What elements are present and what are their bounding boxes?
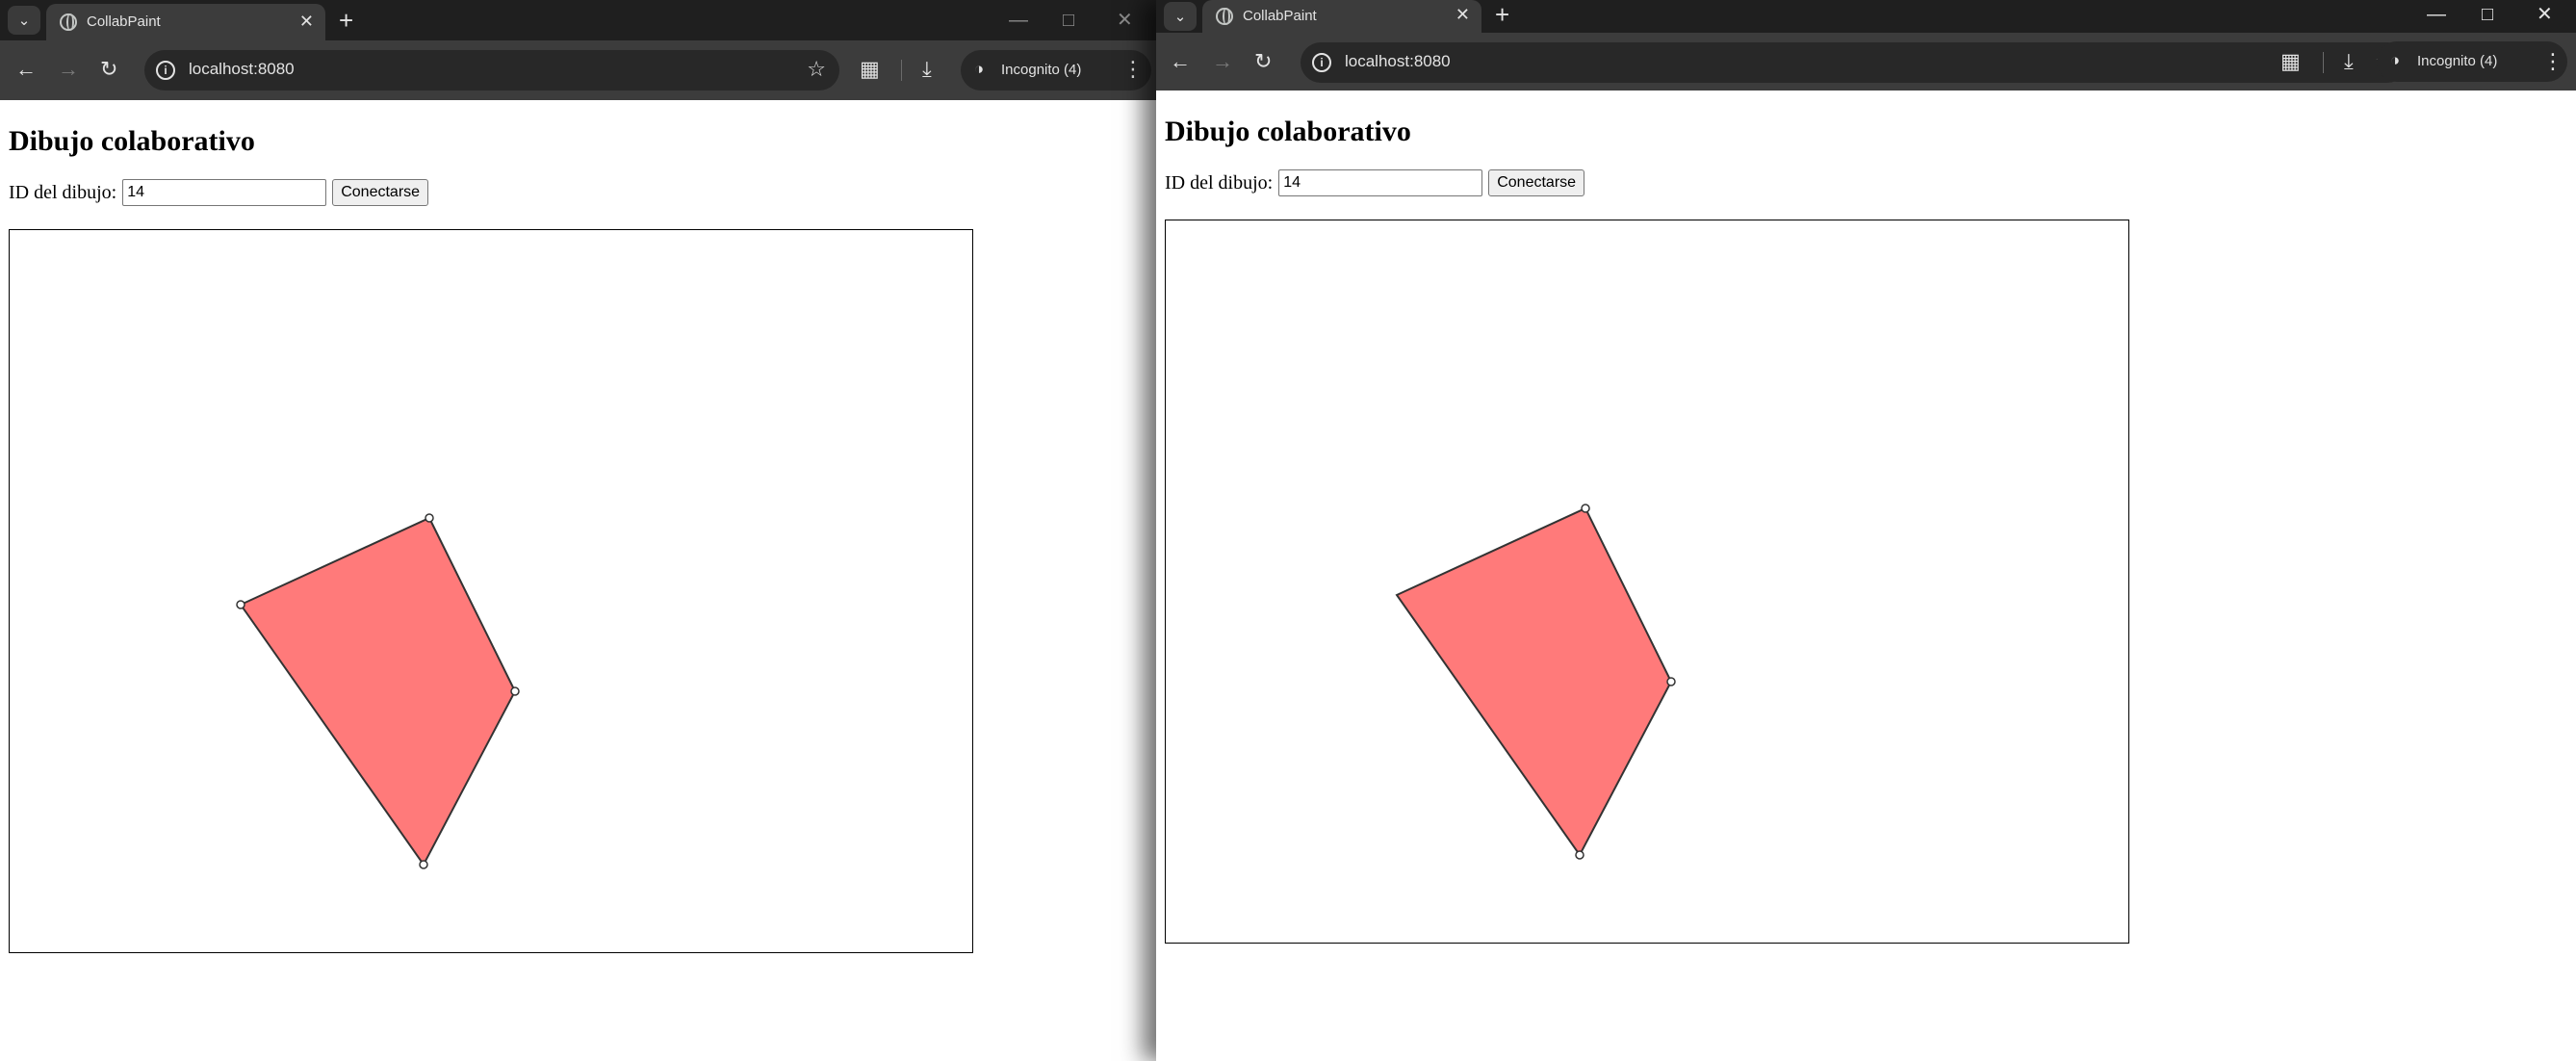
page-title: Dibujo colaborativo xyxy=(9,125,255,157)
connect-form: ID del dibujo: Conectarse xyxy=(1165,169,1585,196)
window-close-icon[interactable]: ✕ xyxy=(1117,6,1133,35)
polygon-vertex-handle[interactable] xyxy=(425,513,434,523)
download-icon[interactable]: ⤓ xyxy=(922,56,932,83)
chevron-down-icon[interactable]: ⌄ xyxy=(1164,2,1197,31)
puzzle-icon[interactable]: ▦ xyxy=(860,56,880,83)
reload-icon[interactable]: ↻ xyxy=(100,56,117,83)
plus-icon[interactable]: + xyxy=(339,6,353,35)
drawing-canvas[interactable] xyxy=(9,229,973,953)
incognito-badge[interactable]: ◑ Incognito (4) xyxy=(2377,41,2567,82)
close-icon[interactable]: ✕ xyxy=(299,12,314,32)
incognito-label: Incognito (4) xyxy=(2417,53,2498,69)
puzzle-icon[interactable]: ▦ xyxy=(2280,48,2301,75)
globe-icon xyxy=(60,13,77,31)
drawn-polygon[interactable] xyxy=(1395,506,1673,857)
reload-icon[interactable]: ↻ xyxy=(1254,48,1272,75)
polygon-vertex-handle[interactable] xyxy=(419,860,428,869)
polygon-vertex-handle[interactable] xyxy=(510,686,520,696)
browser-window-right: ⌄ CollabPaint ✕ + — □ ✕ ← → ↻ i localhos… xyxy=(1156,0,2576,1061)
polygon-vertex-handle[interactable] xyxy=(1575,850,1584,860)
browser-tab[interactable]: CollabPaint ✕ xyxy=(46,4,325,40)
minimize-icon[interactable]: — xyxy=(1009,6,1028,35)
polygon-vertex-handle[interactable] xyxy=(1581,504,1590,513)
drawing-id-label: ID del dibujo: xyxy=(9,181,117,203)
tab-title: CollabPaint xyxy=(1243,8,1317,24)
browser-toolbar: ← → ↻ i localhost:8080 ☆ ▦ ⤓ ◑ Incognito… xyxy=(1156,33,2576,91)
tab-title: CollabPaint xyxy=(87,13,161,30)
connect-form: ID del dibujo: Conectarse xyxy=(9,179,429,206)
page-content: Dibujo colaborativo ID del dibujo: Conec… xyxy=(1156,91,2576,1061)
download-icon[interactable]: ⤓ xyxy=(2344,48,2354,75)
drawing-id-input[interactable] xyxy=(1278,169,1483,196)
polygon-vertex-handle[interactable] xyxy=(1666,677,1676,686)
chevron-down-icon[interactable]: ⌄ xyxy=(8,6,40,35)
kebab-menu-icon[interactable]: ⋮ xyxy=(1122,56,1144,83)
polygon-vertex-handle[interactable] xyxy=(236,600,245,609)
browser-window-left: ⌄ CollabPaint ✕ + — □ ✕ ← → ↻ i localhos… xyxy=(0,0,1156,1061)
browser-tab[interactable]: CollabPaint ✕ xyxy=(1202,0,1481,33)
info-icon[interactable]: i xyxy=(1312,53,1331,72)
url-text: localhost:8080 xyxy=(1345,52,1451,70)
browser-toolbar: ← → ↻ i localhost:8080 ☆ ▦ ⤓ ◑ Incognito… xyxy=(0,40,1156,100)
kebab-menu-icon[interactable]: ⋮ xyxy=(2542,48,2563,75)
page-content: Dibujo colaborativo ID del dibujo: Conec… xyxy=(0,100,1156,1061)
incognito-icon: ◑ xyxy=(2390,51,2401,69)
drawn-polygon[interactable] xyxy=(239,516,517,867)
connect-button[interactable]: Conectarse xyxy=(1488,169,1585,196)
page-title: Dibujo colaborativo xyxy=(1165,116,1411,147)
connect-button[interactable]: Conectarse xyxy=(332,179,429,206)
toolbar-divider xyxy=(2323,52,2324,73)
close-icon[interactable]: ✕ xyxy=(1455,5,1470,25)
tab-strip: ⌄ CollabPaint ✕ + — □ ✕ xyxy=(1156,0,2576,33)
drawing-id-input[interactable] xyxy=(122,179,327,206)
arrow-left-icon[interactable]: ← xyxy=(15,56,37,83)
info-icon[interactable]: i xyxy=(156,61,175,80)
drawing-id-label: ID del dibujo: xyxy=(1165,171,1274,194)
arrow-right-icon[interactable]: → xyxy=(1212,48,1233,75)
drawing-canvas[interactable] xyxy=(1165,220,2129,944)
globe-icon xyxy=(1216,8,1233,25)
maximize-icon[interactable]: □ xyxy=(2482,0,2493,29)
window-close-icon[interactable]: ✕ xyxy=(2537,0,2553,29)
maximize-icon[interactable]: □ xyxy=(1063,6,1074,35)
arrow-right-icon[interactable]: → xyxy=(58,56,79,83)
incognito-label: Incognito (4) xyxy=(1001,62,1082,78)
tab-strip: ⌄ CollabPaint ✕ + — □ ✕ xyxy=(0,0,1156,40)
star-icon[interactable]: ☆ xyxy=(807,57,826,82)
url-text: localhost:8080 xyxy=(189,60,295,78)
arrow-left-icon[interactable]: ← xyxy=(1170,48,1191,75)
plus-icon[interactable]: + xyxy=(1495,0,1509,29)
minimize-icon[interactable]: — xyxy=(2427,0,2446,29)
address-bar[interactable]: i localhost:8080 ☆ xyxy=(144,50,839,91)
toolbar-divider xyxy=(901,60,902,81)
incognito-icon: ◑ xyxy=(974,60,985,78)
address-bar[interactable]: i localhost:8080 ☆ xyxy=(1301,42,2408,83)
